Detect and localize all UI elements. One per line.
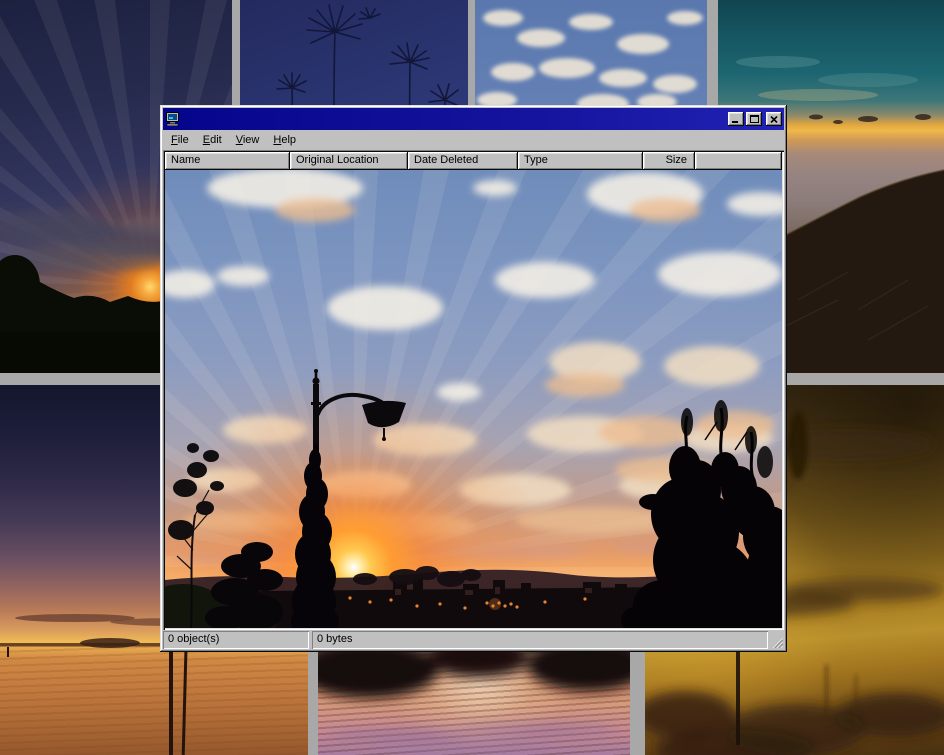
column-header-original-location[interactable]: Original Location [290, 152, 408, 170]
column-header-type[interactable]: Type [518, 152, 643, 170]
column-header-date-deleted[interactable]: Date Deleted [408, 152, 518, 170]
minimize-button[interactable] [728, 112, 744, 126]
list-client-area[interactable] [165, 170, 782, 628]
maximize-button[interactable] [746, 112, 762, 126]
silhouette-layer [165, 170, 782, 628]
desktop: File Edit View Help Name Original Locati… [0, 0, 944, 755]
column-header-row: Name Original Location Date Deleted Type… [165, 152, 782, 170]
file-list-view: Name Original Location Date Deleted Type… [163, 150, 784, 630]
maximize-icon [750, 115, 759, 123]
status-objects: 0 object(s) [163, 631, 309, 649]
resize-grip[interactable] [770, 635, 783, 648]
column-header-size[interactable]: Size [643, 152, 695, 170]
menu-view[interactable]: View [229, 132, 267, 149]
menu-file[interactable]: File [164, 132, 196, 149]
column-header-filler [695, 152, 782, 170]
window-titlebar[interactable] [163, 108, 784, 130]
recycle-bin-window: File Edit View Help Name Original Locati… [160, 105, 787, 652]
street-lamp-silhouette [311, 369, 406, 484]
right-tree-silhouette [621, 400, 782, 628]
minimize-icon [732, 116, 740, 123]
bush-silhouette [205, 542, 283, 628]
status-bar: 0 object(s) 0 bytes [163, 631, 784, 649]
column-header-name[interactable]: Name [165, 152, 290, 170]
status-size: 0 bytes [312, 631, 768, 649]
close-icon [770, 116, 778, 123]
menu-edit[interactable]: Edit [196, 132, 229, 149]
menu-help[interactable]: Help [266, 132, 303, 149]
menu-bar: File Edit View Help [163, 130, 784, 150]
computer-icon [166, 112, 180, 126]
cypress-silhouette [291, 444, 339, 628]
close-button[interactable] [766, 112, 782, 126]
